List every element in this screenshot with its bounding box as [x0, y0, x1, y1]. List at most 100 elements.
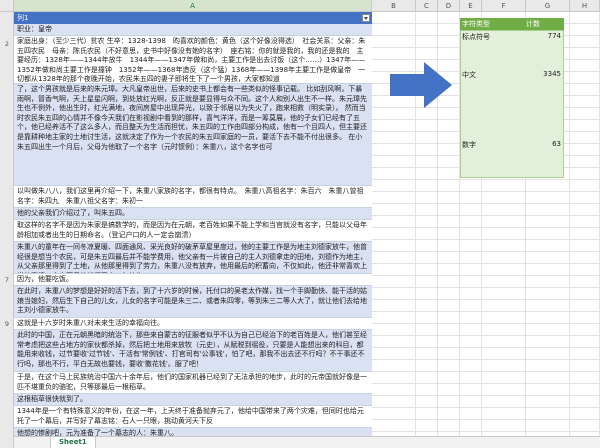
column-header-f[interactable]: F — [482, 0, 526, 12]
grid-cell[interactable] — [416, 288, 438, 300]
grid-cell[interactable] — [482, 252, 526, 264]
grid-cell[interactable] — [438, 300, 460, 312]
grid-cell[interactable] — [526, 312, 570, 324]
grid-cell[interactable] — [416, 228, 438, 240]
grid-cell[interactable] — [570, 84, 600, 96]
grid-cell[interactable] — [372, 324, 416, 336]
grid-cell[interactable] — [372, 384, 416, 396]
grid-cell[interactable] — [526, 300, 570, 312]
grid-cell[interactable] — [526, 360, 570, 372]
grid-cell[interactable] — [570, 288, 600, 300]
column-header-a[interactable]: A — [14, 0, 372, 12]
grid-cell[interactable] — [372, 132, 416, 144]
grid-cell[interactable] — [460, 324, 482, 336]
grid-cell[interactable] — [438, 420, 460, 432]
grid-cell[interactable] — [438, 360, 460, 372]
grid-cell[interactable] — [570, 132, 600, 144]
filter-dropdown-button[interactable] — [362, 14, 370, 22]
grid-cell[interactable] — [372, 300, 416, 312]
sheet-tab[interactable]: Sheet1 — [50, 437, 96, 448]
grid-cell[interactable] — [526, 180, 570, 192]
grid-cell[interactable] — [460, 420, 482, 432]
grid-cell[interactable] — [438, 156, 460, 168]
grid-cell[interactable] — [570, 384, 600, 396]
grid-cell[interactable] — [570, 324, 600, 336]
grid-cell[interactable] — [372, 312, 416, 324]
grid-cell[interactable] — [372, 12, 416, 24]
grid-cell[interactable] — [416, 132, 438, 144]
grid-cell[interactable] — [416, 264, 438, 276]
grid-cell[interactable] — [570, 300, 600, 312]
column-header-h[interactable]: H — [570, 0, 600, 12]
grid-cell[interactable] — [372, 192, 416, 204]
grid-cell[interactable] — [482, 384, 526, 396]
grid-cell[interactable] — [570, 360, 600, 372]
grid-cell[interactable] — [372, 396, 416, 408]
grid-cell[interactable] — [416, 396, 438, 408]
grid-cell[interactable] — [438, 396, 460, 408]
grid-cell[interactable] — [482, 396, 526, 408]
grid-cell[interactable] — [526, 204, 570, 216]
row-number[interactable]: 7 — [0, 276, 14, 284]
column-header-e[interactable]: E — [460, 0, 482, 12]
grid-cell[interactable] — [438, 24, 460, 36]
grid-cell[interactable] — [570, 396, 600, 408]
grid-cell[interactable] — [416, 192, 438, 204]
grid-cell[interactable] — [438, 120, 460, 132]
grid-cell[interactable] — [438, 180, 460, 192]
grid-cell[interactable] — [570, 192, 600, 204]
grid-cell[interactable] — [416, 24, 438, 36]
grid-cell[interactable] — [416, 240, 438, 252]
grid-cell[interactable] — [570, 264, 600, 276]
grid-cell[interactable] — [438, 192, 460, 204]
grid-cell[interactable] — [570, 348, 600, 360]
grid-cell[interactable] — [482, 300, 526, 312]
pivot-header-type[interactable]: 字符类型 — [460, 18, 524, 30]
grid-cell[interactable] — [372, 360, 416, 372]
grid-cell[interactable] — [570, 12, 600, 24]
grid-cell[interactable] — [460, 204, 482, 216]
grid-cell[interactable] — [460, 360, 482, 372]
grid-cell[interactable] — [482, 348, 526, 360]
grid-cell[interactable] — [416, 372, 438, 384]
table-row[interactable]: 在此时，朱重八的梦想是好好的活下去，到了十六岁的时候，托付口的吴老太作媒，找一个… — [14, 286, 372, 318]
grid-cell[interactable] — [460, 348, 482, 360]
grid-cell[interactable] — [438, 288, 460, 300]
table-row[interactable]: 家庭出身：（至少三代）贫农 生卒：1328-1398 昀喜欢的颜色：黄色（这个好… — [14, 36, 372, 84]
grid-cell[interactable] — [460, 240, 482, 252]
grid-cell[interactable] — [570, 420, 600, 432]
grid-cell[interactable] — [372, 276, 416, 288]
grid-cell[interactable] — [416, 216, 438, 228]
grid-cell[interactable] — [526, 252, 570, 264]
grid-cell[interactable] — [570, 60, 600, 72]
grid-cell[interactable] — [570, 408, 600, 420]
grid-cell[interactable] — [416, 36, 438, 48]
grid-cell[interactable] — [372, 252, 416, 264]
grid-cell[interactable] — [482, 216, 526, 228]
grid-cell[interactable] — [438, 264, 460, 276]
grid-cell[interactable] — [482, 312, 526, 324]
grid-cell[interactable] — [372, 420, 416, 432]
column-header-g[interactable]: G — [526, 0, 570, 12]
grid-cell[interactable] — [570, 24, 600, 36]
grid-cell[interactable] — [570, 144, 600, 156]
grid-cell[interactable] — [460, 192, 482, 204]
grid-cell[interactable] — [438, 144, 460, 156]
pivot-row-label[interactable]: 标点符号 — [460, 32, 524, 42]
grid-cell[interactable] — [460, 180, 482, 192]
grid-cell[interactable] — [416, 312, 438, 324]
grid-cell[interactable] — [438, 252, 460, 264]
grid-cell[interactable] — [460, 312, 482, 324]
grid-cell[interactable] — [570, 72, 600, 84]
grid-cell[interactable] — [482, 180, 526, 192]
grid-cell[interactable] — [526, 288, 570, 300]
grid-cell[interactable] — [416, 408, 438, 420]
grid-cell[interactable] — [460, 228, 482, 240]
grid-cell[interactable] — [372, 168, 416, 180]
grid-cell[interactable] — [438, 408, 460, 420]
grid-cell[interactable] — [438, 324, 460, 336]
select-all-corner[interactable] — [0, 0, 14, 12]
column-header-c[interactable]: C — [416, 0, 438, 12]
grid-cell[interactable] — [372, 48, 416, 60]
grid-cell[interactable] — [570, 168, 600, 180]
